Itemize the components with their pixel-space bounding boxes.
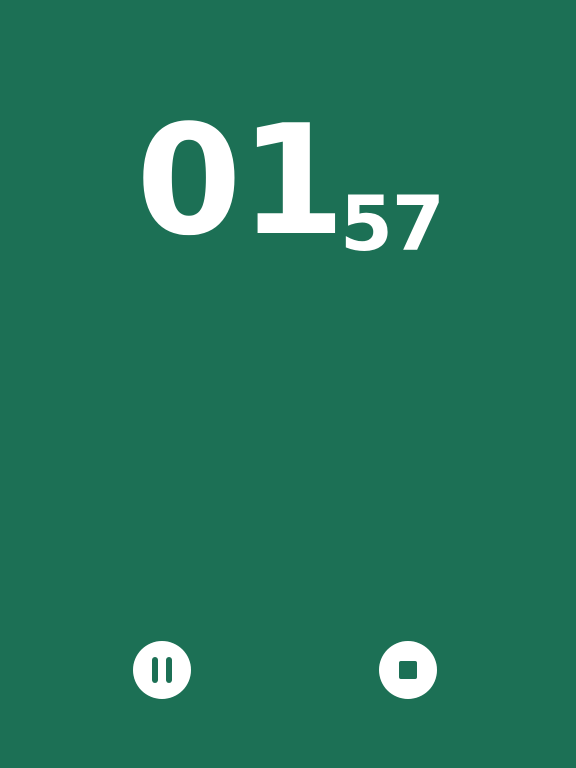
stop-icon: [399, 661, 417, 679]
pause-bar-left: [152, 657, 158, 683]
timer-minutes: 01: [136, 92, 346, 269]
pause-button[interactable]: [133, 641, 191, 699]
timer-screen: 01 57: [0, 0, 576, 768]
pause-icon: [133, 641, 191, 699]
stop-button[interactable]: [379, 641, 437, 699]
timer-display: 01 57: [0, 0, 576, 300]
pause-bar-right: [166, 657, 172, 683]
timer-seconds: 57: [340, 179, 445, 268]
